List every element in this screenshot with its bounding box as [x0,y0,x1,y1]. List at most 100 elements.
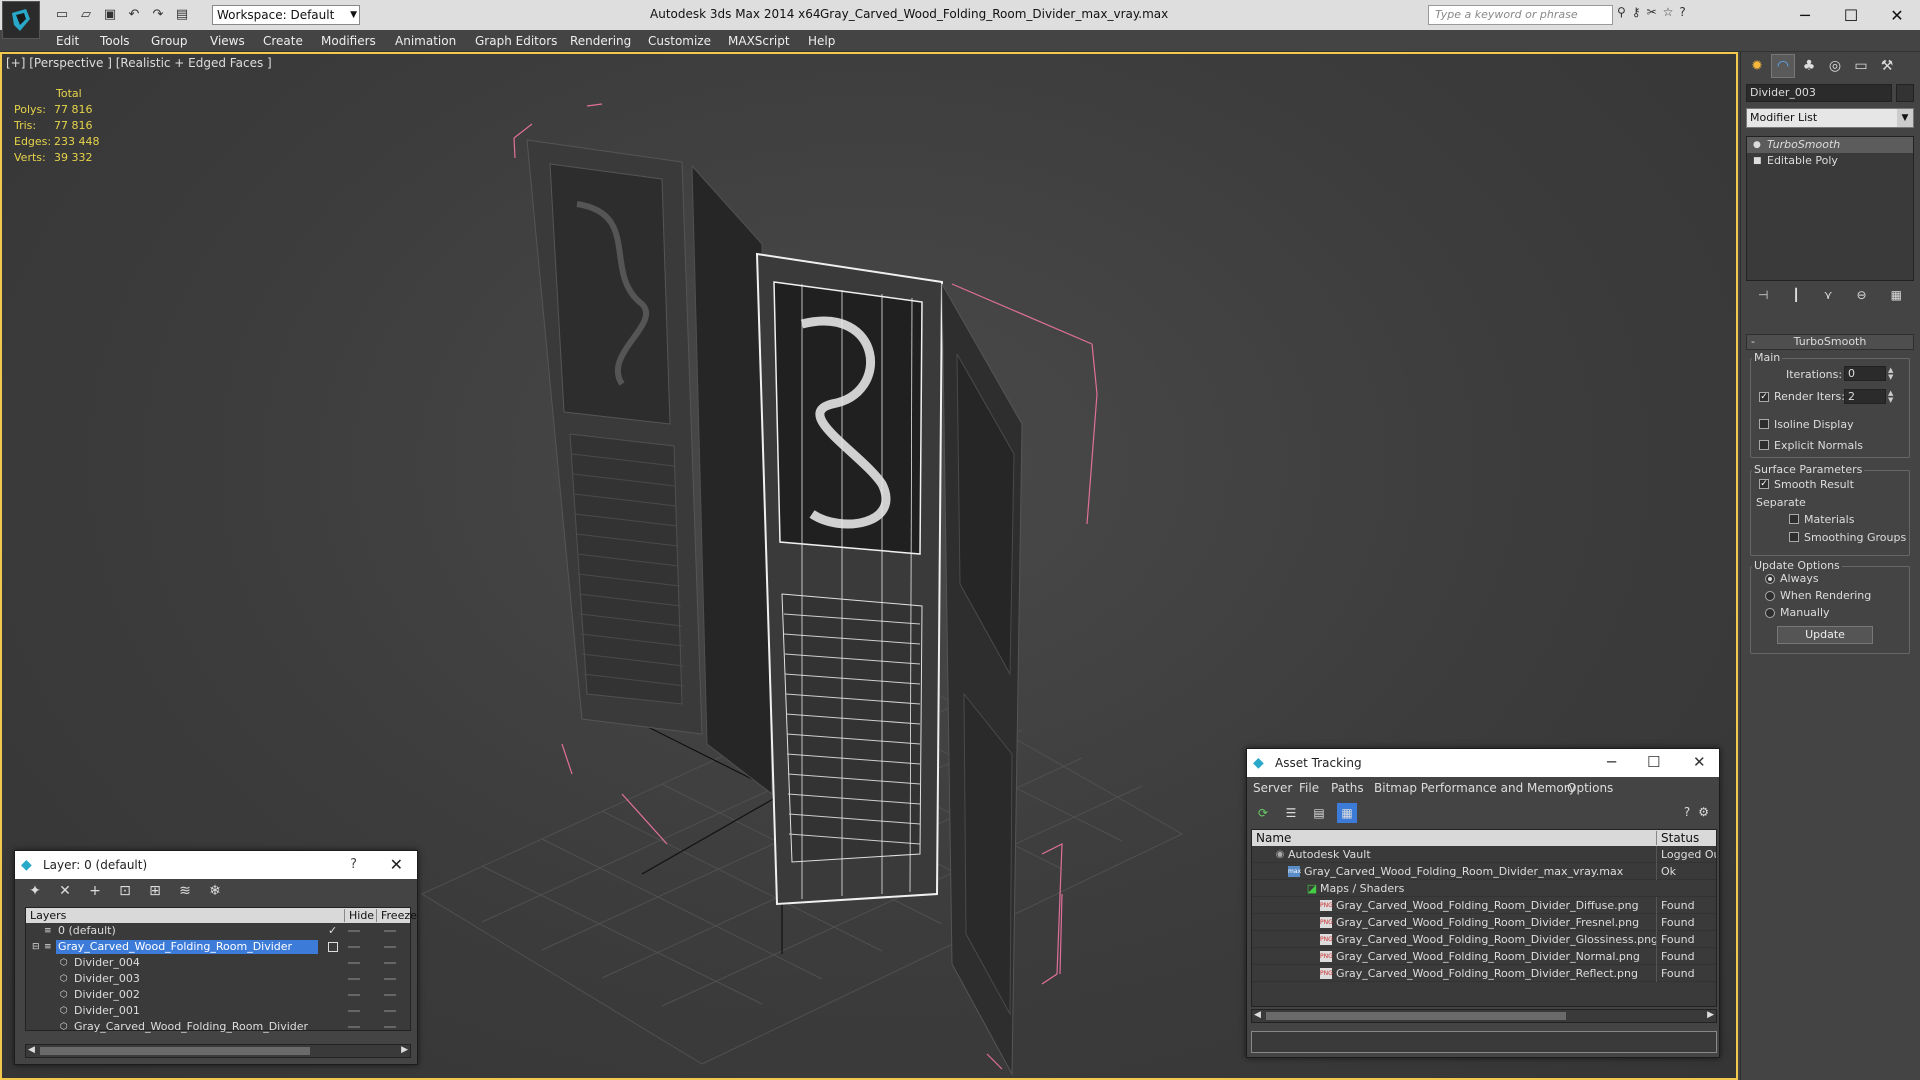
lightbulb-icon[interactable]: ● [1753,137,1761,153]
collapse-icon[interactable]: ⊟ [32,939,40,955]
vault-help-icon[interactable]: ⚙ [1698,805,1709,819]
new-layer-icon[interactable]: ✦ [25,883,45,899]
when-rendering-radio[interactable] [1765,591,1775,601]
pin-stack-icon[interactable]: ⊣ [1758,288,1768,302]
freeze-toggle[interactable] [384,978,396,980]
asset-menu-server[interactable]: Server [1253,781,1292,795]
scroll-right-icon[interactable]: ▶ [401,1045,408,1055]
object-color-swatch[interactable] [1896,84,1914,102]
horizontal-scrollbar[interactable]: ◀ ▶ [1251,1009,1717,1023]
scroll-right-icon[interactable]: ▶ [1707,1010,1714,1020]
project-folder-icon[interactable]: ▤ [172,4,192,24]
hide-toggle[interactable] [348,1026,360,1028]
freeze-toggle[interactable] [384,946,396,948]
smooth-result-checkbox[interactable]: ✓ [1759,479,1769,489]
select-in-layer-icon[interactable]: ⊡ [115,883,135,899]
stack-item-turbosmooth[interactable]: ● TurboSmooth [1747,137,1913,153]
explicit-normals-checkbox[interactable] [1759,440,1769,450]
help-icon[interactable]: ? [350,857,357,872]
column-hide[interactable]: Hide [344,909,374,922]
show-end-result-icon[interactable]: ┃ [1792,288,1799,302]
asset-row[interactable]: ◉ Autodesk Vault Logged Out [1252,846,1716,863]
set-current-box[interactable] [328,942,338,952]
menu-edit[interactable]: Edit [56,34,79,48]
tools-icon[interactable]: ✂ [1647,5,1657,19]
menu-maxscript[interactable]: MAXScript [728,34,790,48]
app-menu-button[interactable] [2,1,40,39]
asset-menu-bitmap-performance[interactable]: Bitmap Performance and Memory [1374,781,1576,795]
table-view-icon[interactable]: ▦ [1337,803,1357,823]
horizontal-scrollbar[interactable]: ◀ ▶ [25,1044,411,1058]
open-file-icon[interactable]: ▱ [76,4,96,24]
make-unique-icon[interactable]: ⋎ [1824,288,1833,302]
asset-menu-file[interactable]: File [1299,781,1319,795]
asset-row[interactable]: max Gray_Carved_Wood_Folding_Room_Divide… [1252,863,1716,880]
hide-toggle[interactable] [348,962,360,964]
menu-help[interactable]: Help [808,34,835,48]
viewport-label[interactable]: [+] [Perspective ] [Realistic + Edged Fa… [6,56,272,70]
maximize-icon[interactable]: ☐ [1828,0,1874,30]
help-icon[interactable]: ? [1684,805,1690,819]
star-icon[interactable]: ☆ [1663,5,1674,19]
layer-row[interactable]: ≡ 0 (default) ✓ [26,923,410,939]
turbosmooth-rollout-header[interactable]: - TurboSmooth [1746,334,1914,350]
freeze-toggle[interactable] [384,994,396,996]
column-layers[interactable]: Layers [30,909,66,922]
spinner-arrows-icon[interactable]: ▲ ▼ [1888,390,1896,405]
hierarchy-tab-icon[interactable]: ♣ [1797,54,1821,78]
tree-view-icon[interactable]: ▤ [1309,803,1329,823]
minimize-icon[interactable]: ─ [1782,0,1828,30]
utilities-tab-icon[interactable]: ⚒ [1875,54,1899,78]
modify-tab-icon[interactable]: ◠ [1771,54,1795,78]
scroll-left-icon[interactable]: ◀ [28,1045,35,1055]
hide-toggle[interactable] [348,1010,360,1012]
hide-toggle[interactable] [348,930,360,932]
materials-checkbox[interactable] [1789,514,1799,524]
delete-layer-icon[interactable]: ✕ [55,883,75,899]
menu-create[interactable]: Create [263,34,303,48]
expand-plus-icon[interactable]: ■ [1753,153,1762,169]
render-iters-checkbox[interactable]: ✓ [1759,392,1769,402]
asset-path-field[interactable] [1251,1031,1717,1053]
asset-row[interactable]: PNG Gray_Carved_Wood_Folding_Room_Divide… [1252,965,1716,982]
new-file-icon[interactable]: ▭ [52,4,72,24]
asset-row[interactable]: PNG Gray_Carved_Wood_Folding_Room_Divide… [1252,914,1716,931]
key-icon[interactable]: ⚷ [1632,5,1641,19]
minimize-icon[interactable]: ─ [1607,753,1616,771]
close-icon[interactable]: ✕ [1693,753,1706,771]
menu-rendering[interactable]: Rendering [570,34,631,48]
layer-object-row[interactable]: ⬡ Divider_004 [26,955,410,971]
binoculars-icon[interactable]: ⚲ [1617,5,1626,19]
column-status[interactable]: Status [1656,831,1699,845]
freeze-all-layers-icon[interactable]: ❄ [205,883,225,899]
refresh-icon[interactable]: ⟳ [1253,803,1273,823]
asset-row[interactable]: PNG Gray_Carved_Wood_Folding_Room_Divide… [1252,897,1716,914]
freeze-toggle[interactable] [384,1026,396,1028]
redo-icon[interactable]: ↷ [148,4,168,24]
scrollbar-thumb[interactable] [1266,1012,1566,1020]
layer-object-row[interactable]: ⬡ Gray_Carved_Wood_Folding_Room_Divider [26,1019,410,1035]
asset-menu-options[interactable]: Options [1567,781,1613,795]
search-input[interactable]: Type a keyword or phrase [1428,5,1613,25]
menu-group[interactable]: Group [151,34,188,48]
render-iters-spinner[interactable]: 2 [1844,389,1886,404]
close-icon[interactable]: ✕ [390,855,403,874]
current-layer-check-icon[interactable]: ✓ [328,923,337,939]
hide-toggle[interactable] [348,978,360,980]
layer-object-row[interactable]: ⬡ Divider_001 [26,1003,410,1019]
asset-dialog-titlebar[interactable]: ◆ Asset Tracking ─ ☐ ✕ [1247,749,1719,777]
help-icon[interactable]: ? [1679,5,1685,19]
scrollbar-thumb[interactable] [40,1047,310,1055]
update-button[interactable]: Update [1777,626,1873,644]
object-name-field[interactable]: Divider_003 [1746,84,1892,102]
save-file-icon[interactable]: ▣ [100,4,120,24]
menu-tools[interactable]: Tools [100,34,130,48]
column-freeze[interactable]: Freeze [376,909,417,922]
iterations-spinner[interactable]: 0 [1844,366,1886,381]
layer-row[interactable]: ⊟ ≡ Gray_Carved_Wood_Folding_Room_Divide… [26,939,410,955]
isoline-display-checkbox[interactable] [1759,419,1769,429]
manually-radio[interactable] [1765,608,1775,618]
stack-item-editable-poly[interactable]: ■ Editable Poly [1747,153,1913,169]
create-tab-icon[interactable]: ✹ [1745,54,1769,78]
column-name[interactable]: Name [1256,831,1291,845]
